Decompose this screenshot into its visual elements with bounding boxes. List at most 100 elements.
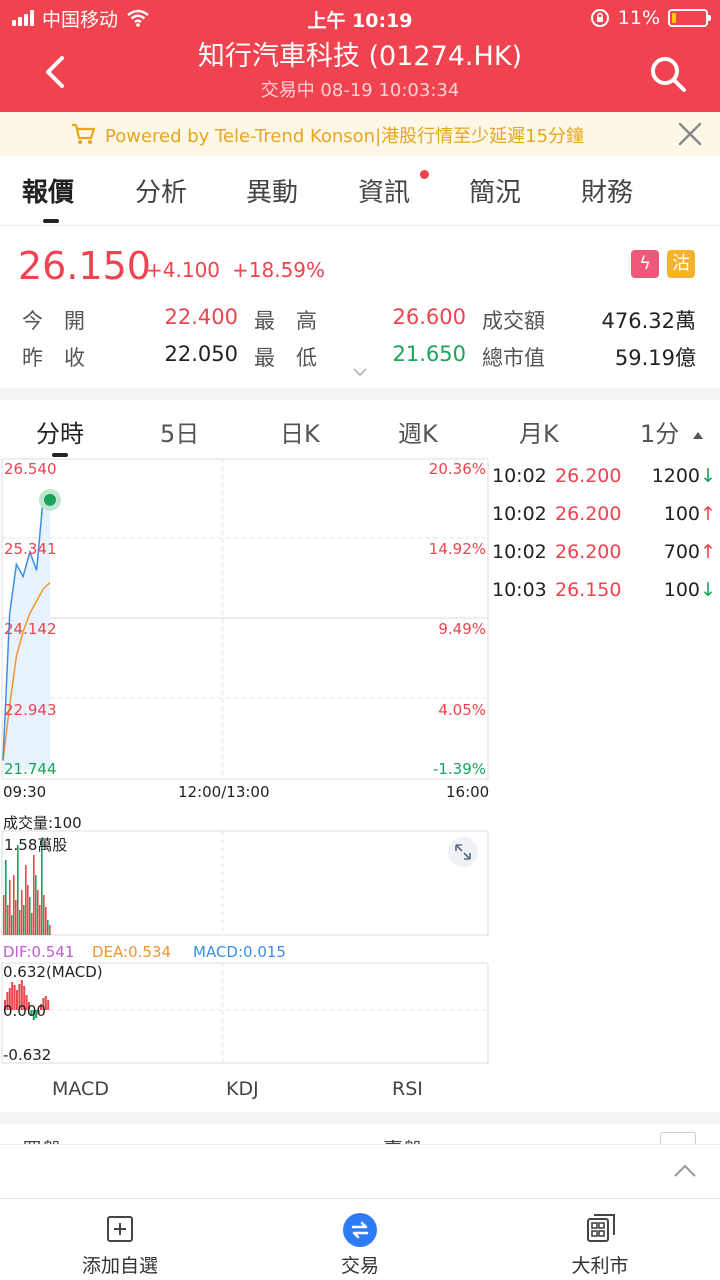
section-tabs: 報價 分析 異動 資訊 簡況 財務: [0, 156, 720, 226]
intraday-chart[interactable]: [0, 458, 490, 780]
macd-mid-label: 0.000: [3, 1002, 46, 1020]
turnover-label: 成交額: [482, 309, 545, 333]
indicator-tab-macd[interactable]: MACD: [52, 1078, 109, 1100]
volume-bar: [11, 915, 13, 935]
nav-add-watchlist[interactable]: 添加自選: [40, 1199, 200, 1280]
chart-tab-daily[interactable]: 日K: [280, 414, 320, 449]
notice-text: Powered by Tele-Trend Konson|港股行情至少延遲15分…: [105, 126, 585, 147]
x-tick-open: 09:30: [3, 783, 47, 801]
y-right-tick-4: -1.39%: [432, 760, 486, 778]
chart-tab-weekly[interactable]: 週K: [398, 414, 438, 449]
y-right-tick-0: 20.36%: [428, 460, 486, 478]
section-divider-2: [0, 1112, 720, 1124]
trade-price: 26.200: [555, 503, 622, 525]
high-value: 26.600: [392, 305, 466, 329]
volume-bar: [17, 845, 19, 935]
volume-bar: [43, 895, 45, 935]
chart-tab-minute[interactable]: 1分: [640, 414, 679, 449]
trade-direction: ↓: [700, 579, 716, 601]
trade-price: 26.200: [555, 541, 622, 563]
section-divider: [0, 388, 720, 400]
volume-bar: [9, 880, 11, 935]
y-left-tick-4: 21.744: [4, 760, 57, 778]
current-price: 26.150: [18, 244, 151, 288]
volume-chart[interactable]: [0, 830, 490, 936]
low-label: 最 低: [254, 346, 317, 370]
chart-tab-intraday[interactable]: 分時: [36, 414, 84, 449]
nav-trade[interactable]: 交易: [280, 1199, 440, 1280]
volume-bar: [3, 895, 5, 935]
x-tick-close: 16:00: [446, 783, 490, 801]
nav-market[interactable]: 大利市: [520, 1199, 680, 1280]
tab-news[interactable]: 資訊: [358, 172, 410, 209]
trade-icon: [343, 1213, 377, 1247]
y-right-tick-2: 9.49%: [438, 620, 486, 638]
header-bar: 中国移动 上午 10:19 11% 知行汽車科技 (01274.HK) 交易中 …: [0, 0, 720, 112]
chart-tab-monthly[interactable]: 月K: [519, 414, 559, 449]
tab-profile[interactable]: 簡況: [469, 172, 521, 209]
minute-dropdown-icon[interactable]: [693, 432, 703, 439]
rotation-lock-icon: [590, 9, 609, 27]
close-icon[interactable]: [676, 120, 704, 148]
y-left-tick-2: 24.142: [4, 620, 57, 638]
tab-quote[interactable]: 報價: [22, 172, 74, 209]
y-left-tick-3: 22.943: [4, 701, 57, 719]
stock-title: 知行汽車科技 (01274.HK): [197, 41, 523, 72]
collapse-bar[interactable]: [0, 1144, 720, 1198]
tab-analysis[interactable]: 分析: [135, 172, 187, 209]
flash-badge[interactable]: ϟ: [631, 250, 659, 278]
indicator-tab-rsi[interactable]: RSI: [392, 1078, 423, 1100]
tab-financials[interactable]: 財務: [581, 172, 633, 209]
app-root: 中国移动 上午 10:19 11% 知行汽車科技 (01274.HK) 交易中 …: [0, 0, 720, 1280]
volume-max-label: 1.58萬股: [4, 836, 68, 854]
y-right-tick-1: 14.92%: [428, 540, 486, 558]
order-book-peek: 買盤 賣盤: [0, 1124, 720, 1144]
trade-volume: 700: [663, 541, 700, 563]
mktcap-value: 59.19億: [614, 346, 696, 370]
volume-bar: [35, 875, 37, 935]
high-label: 最 高: [254, 309, 317, 333]
trade-time: 10:02: [492, 465, 547, 487]
bottom-nav: 添加自選 交易 大利市: [0, 1198, 720, 1280]
volume-bar: [33, 855, 35, 935]
expand-chevron-icon[interactable]: [352, 366, 368, 378]
trade-time: 10:02: [492, 541, 547, 563]
trade-volume: 100: [663, 579, 700, 601]
price-change-pct: +18.59%: [232, 258, 326, 282]
volume-bar: [15, 900, 17, 935]
y-left-tick-0: 26.540: [4, 460, 57, 478]
dif-label: DIF:0.541: [3, 943, 75, 961]
volume-bar: [5, 860, 7, 935]
volume-bar: [19, 910, 21, 935]
y-left-tick-1: 25.341: [4, 540, 57, 558]
last-price-dot: [44, 493, 56, 506]
trade-direction: ↑: [700, 503, 716, 525]
status-right: 11%: [590, 6, 711, 30]
tab-movement[interactable]: 異動: [246, 172, 298, 209]
volume-bar: [21, 890, 23, 935]
prev-close-value: 22.050: [164, 342, 238, 366]
battery-icon: [668, 9, 711, 27]
chart-tab-5day[interactable]: 5日: [160, 414, 199, 449]
depth-toggle[interactable]: [660, 1132, 696, 1144]
price-change: +4.100: [146, 258, 221, 282]
volume-bar: [37, 890, 39, 935]
prev-close-label: 昨 收: [22, 346, 85, 370]
indicator-tab-kdj[interactable]: KDJ: [226, 1078, 259, 1100]
macd-bottom-label: -0.632: [3, 1046, 52, 1064]
chart-tab-indicator: [52, 453, 68, 457]
turnover-value: 476.32萬: [601, 309, 696, 333]
trade-price: 26.200: [555, 465, 622, 487]
volume-bar: [23, 905, 25, 935]
nav-label: 大利市: [571, 1255, 629, 1277]
mktcap-label: 總市值: [482, 346, 545, 370]
chevron-up-icon[interactable]: [672, 1163, 698, 1179]
trade-status: 交易中 08-19 10:03:34: [260, 80, 460, 101]
volume-bar: [27, 885, 29, 935]
trade-volume: 100: [663, 503, 700, 525]
dea-label: DEA:0.534: [92, 943, 172, 961]
trade-volume: 1200: [651, 465, 700, 487]
battery-percent: 11%: [617, 7, 660, 29]
short-sell-badge[interactable]: 沽: [667, 250, 695, 278]
search-button[interactable]: [646, 52, 690, 96]
